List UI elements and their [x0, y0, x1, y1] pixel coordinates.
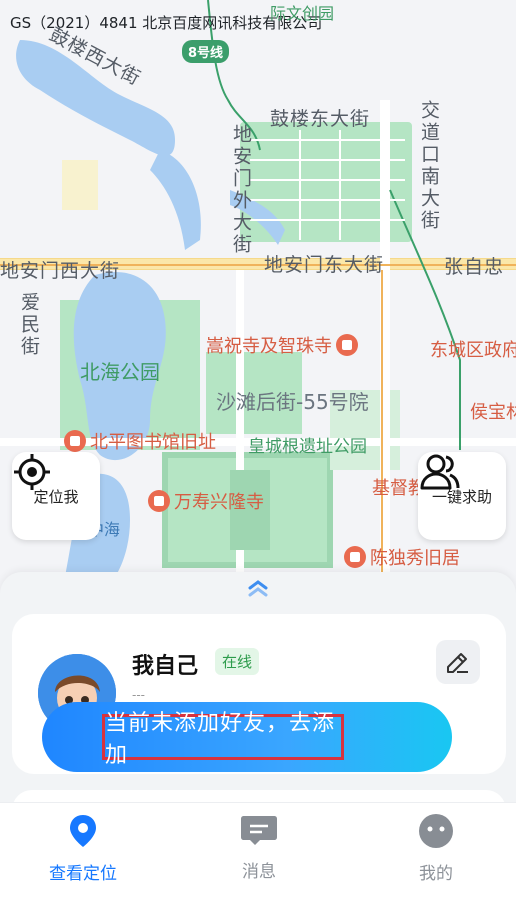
- poi-library[interactable]: 北平图书馆旧址: [64, 428, 216, 454]
- message-icon: [241, 816, 277, 845]
- street-label-dianmen-west: 地安门西大街: [0, 260, 121, 282]
- poi-wanshou[interactable]: 万寿兴隆寺: [148, 488, 264, 514]
- street-label-dianmen-outer: 地安门外大街: [230, 124, 252, 256]
- tab-label: 消息: [242, 862, 276, 882]
- user-name: 我自己: [132, 654, 199, 679]
- status-badge: 在线: [215, 648, 260, 675]
- edit-button[interactable]: [436, 640, 480, 684]
- tab-bar: 查看定位 消息 我的: [0, 802, 516, 901]
- tab-label: 查看定位: [49, 864, 117, 884]
- people-icon: [420, 454, 460, 490]
- poi-label: 万寿兴隆寺: [174, 492, 264, 513]
- tab-messages[interactable]: 消息: [209, 813, 309, 899]
- temple-pin-icon: [148, 490, 170, 512]
- poi-label: 陈独秀旧居: [370, 548, 460, 569]
- temple-pin-icon: [336, 334, 358, 356]
- poi-dongcheng-gov[interactable]: 东城区政府: [430, 336, 516, 362]
- locate-me-button[interactable]: 定位我: [12, 452, 100, 540]
- tab-locate[interactable]: 查看定位: [33, 813, 133, 899]
- add-friend-label: 当前未添加好友，去添加: [102, 711, 344, 768]
- metro-line-badge: 8号线: [182, 40, 230, 63]
- street-label-aimin: 爱民街: [18, 292, 40, 358]
- map-view[interactable]: GS（2021）4841 北京百度网讯科技有限公司 8号线 鼓楼西大街 鼓楼东大…: [0, 0, 516, 600]
- poi-label: 北平图书馆旧址: [90, 432, 216, 453]
- place-label-shatan: 沙滩后街-55号院: [216, 390, 369, 414]
- tab-profile[interactable]: 我的: [386, 813, 486, 899]
- profile-icon: [419, 814, 453, 848]
- house-pin-icon: [344, 546, 366, 568]
- street-label-gulou-east: 鼓楼东大街: [270, 108, 371, 130]
- edit-icon: [447, 653, 468, 673]
- bottom-sheet: 我自己 在线 --- 当前未添加好友，去添加: [0, 572, 516, 810]
- library-pin-icon: [64, 430, 86, 452]
- poi-songzhusi[interactable]: 嵩祝寺及智珠寺: [206, 332, 358, 358]
- crosshair-icon: [14, 454, 50, 490]
- poi-label: 嵩祝寺及智珠寺: [206, 336, 332, 357]
- park-label-huangcheng: 皇城根遗址公园: [248, 437, 367, 457]
- poi-chenduxiu[interactable]: 陈独秀旧居: [344, 544, 460, 570]
- poi-label: 东城区政府: [430, 340, 516, 361]
- park-label-beihai: 北海公园: [80, 360, 160, 384]
- location-pin-icon: [70, 815, 96, 847]
- sos-button[interactable]: 一键求助: [418, 452, 506, 540]
- poi-label: 侯宝林: [470, 402, 516, 423]
- poi-label-culture-park: 际文创园: [270, 4, 335, 23]
- street-label-dianmen-east: 地安门东大街: [264, 254, 385, 276]
- street-label-zhangzizhong: 张自忠: [444, 256, 505, 278]
- user-subtitle: ---: [132, 688, 145, 702]
- chevron-up-icon[interactable]: [246, 578, 270, 598]
- poi-houbao[interactable]: 侯宝林: [470, 398, 516, 424]
- tab-label: 我的: [419, 864, 453, 884]
- street-label-jiaodaokou: 交道口南大街: [418, 100, 440, 232]
- add-friend-button[interactable]: 当前未添加好友，去添加: [42, 702, 452, 772]
